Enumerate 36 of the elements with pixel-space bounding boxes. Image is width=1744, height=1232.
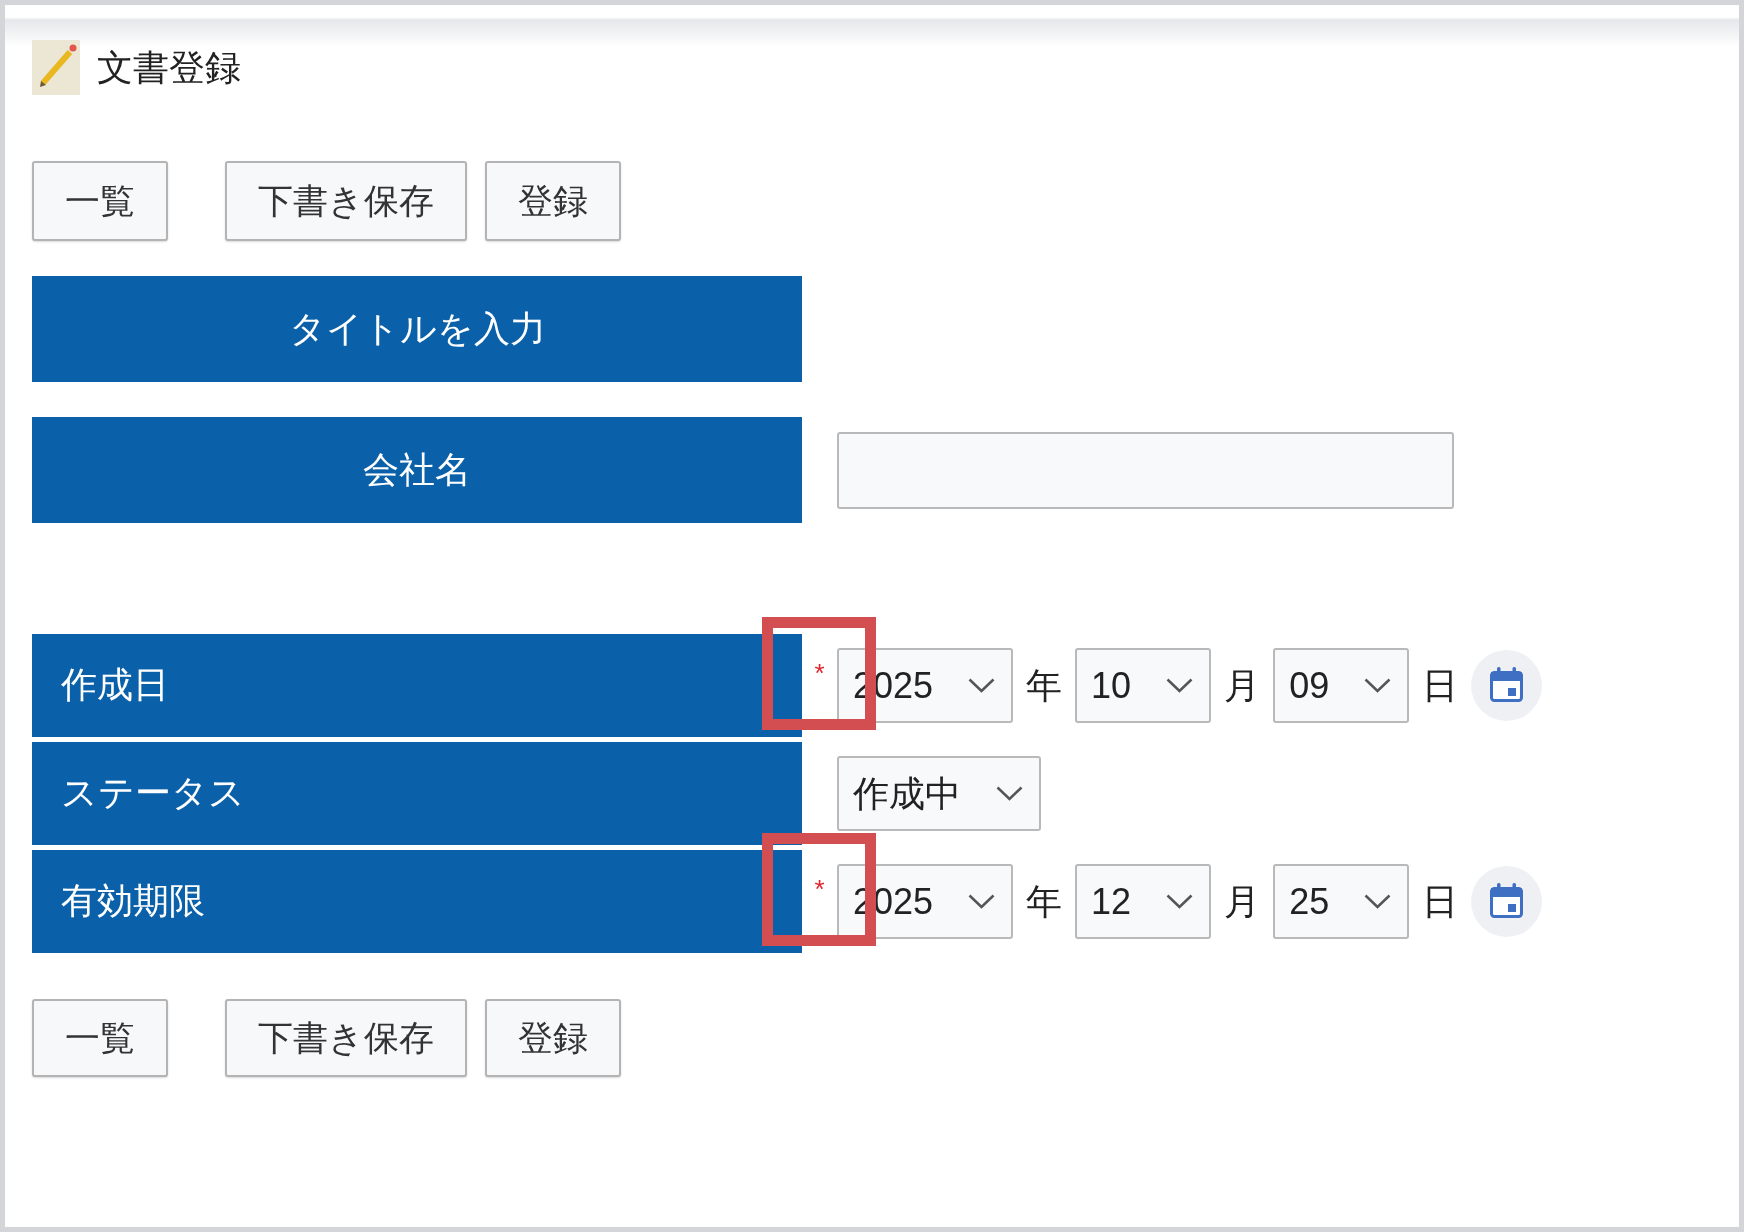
chevron-down-icon: [996, 786, 1023, 801]
unit-label: 月: [1224, 667, 1261, 704]
unit-label: 日: [1422, 667, 1459, 704]
unit-label: 月: [1224, 883, 1261, 920]
chevron-down-icon: [1166, 678, 1194, 693]
calendar-icon[interactable]: [1471, 650, 1543, 721]
save-draft-button[interactable]: 下書き保存: [225, 161, 467, 241]
list-button[interactable]: 一覧: [32, 161, 168, 241]
field-label: 有効期限: [32, 850, 802, 953]
field-label: ステータス: [32, 742, 802, 845]
day-select[interactable]: 25: [1273, 864, 1410, 939]
month-select[interactable]: 10: [1075, 648, 1212, 723]
unit-label: 年: [1026, 883, 1063, 920]
unit-label: 日: [1422, 883, 1459, 920]
required-mark: *: [814, 660, 825, 686]
month-select[interactable]: 12: [1075, 864, 1212, 939]
page-title: 文書登録: [97, 45, 241, 90]
unit-label: 年: [1026, 667, 1063, 704]
calendar-icon[interactable]: [1471, 866, 1543, 937]
required-mark: *: [814, 876, 825, 902]
chevron-down-icon: [1364, 894, 1392, 909]
chevron-down-icon: [968, 678, 996, 693]
pencil-icon: [32, 40, 80, 95]
chevron-down-icon: [1166, 894, 1194, 909]
chevron-down-icon: [1364, 678, 1392, 693]
chevron-down-icon: [968, 894, 996, 909]
field-label: 会社名: [32, 417, 802, 523]
text-field[interactable]: [837, 431, 1454, 509]
field-label: 作成日: [32, 634, 802, 737]
list-button[interactable]: 一覧: [32, 999, 168, 1077]
register-button[interactable]: 登録: [485, 999, 621, 1077]
save-draft-button[interactable]: 下書き保存: [225, 999, 467, 1077]
day-select[interactable]: 09: [1273, 648, 1410, 723]
register-button[interactable]: 登録: [485, 161, 621, 241]
field-label: タイトルを入力: [32, 276, 802, 382]
status-select[interactable]: 作成中: [837, 756, 1041, 831]
